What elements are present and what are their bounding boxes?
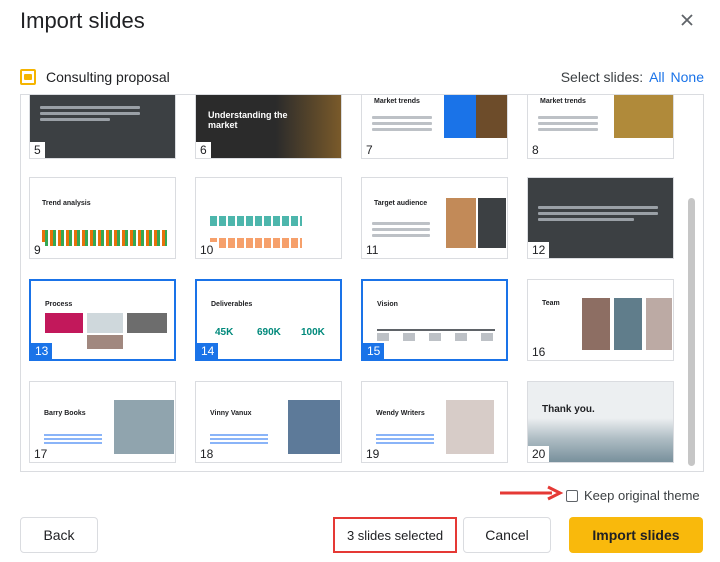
dialog-title: Import slides [20,8,145,33]
select-all-link[interactable]: All [649,69,665,85]
slide-number: 11 [362,242,383,258]
slide-number: 19 [362,446,384,462]
slide-number: 18 [196,446,218,462]
cancel-button[interactable]: Cancel [463,517,551,553]
slides-file-icon [20,69,36,85]
presentation-name: Consulting proposal [46,69,170,85]
slide-stat: 690K [257,327,281,338]
slide-thumbnail-16[interactable]: Team 16 [527,279,674,361]
slide-thumbnail-7[interactable]: Market trends 7 [361,95,508,159]
slide-title: Team [542,300,560,307]
slide-thumbnail-15[interactable]: Vision 15 [361,279,508,361]
slide-number: 20 [528,446,550,462]
presentation-row: Consulting proposal Select slides: All N… [20,66,704,88]
slide-thumbnail-18[interactable]: Vinny Vanux 18 [195,381,342,463]
selected-count: 3 slides selected [333,517,457,553]
slide-title: Target audience [374,200,428,207]
select-slides-label: Select slides: [560,69,644,85]
slide-stat: 45K [215,327,234,338]
slide-title: Trend analysis [42,200,91,207]
slides-grid: 5 Understanding the market 6 Market tren… [20,94,704,472]
slide-title: Thank you. [542,404,595,415]
slide-stat: 100K [301,327,325,338]
slide-thumbnail-5[interactable]: 5 [29,95,176,159]
slide-number: 13 [31,343,53,359]
slide-thumbnail-14[interactable]: Deliverables 45K 690K 100K 14 [195,279,342,361]
slide-thumbnail-6[interactable]: Understanding the market 6 [195,95,342,159]
keep-theme-option[interactable]: Keep original theme [566,488,700,503]
slide-thumbnail-17[interactable]: Barry Books 17 [29,381,176,463]
slide-number: 5 [30,142,45,158]
select-none-link[interactable]: None [671,69,704,85]
slide-thumbnail-12[interactable]: 12 [527,177,674,259]
slide-title: Vision [377,301,398,308]
slide-number: 12 [528,242,550,258]
slide-thumbnail-8[interactable]: Market trends 8 [527,95,674,159]
slide-title: Market trends [374,98,420,105]
slide-title: Process [45,301,73,308]
keep-theme-label: Keep original theme [584,488,700,503]
slide-thumbnail-13[interactable]: Process 13 [29,279,176,361]
keep-theme-checkbox[interactable] [566,489,578,502]
grid-scrollbar[interactable] [688,198,695,466]
slide-number: 15 [363,343,385,359]
slide-number: 8 [528,142,543,158]
slide-number: 9 [30,242,45,258]
slide-thumbnail-19[interactable]: Wendy Writers 19 [361,381,508,463]
slide-number: 6 [196,142,211,158]
select-slides-control: Select slides: All None [561,69,704,85]
slide-number: 10 [196,242,218,258]
slide-thumbnail-11[interactable]: Target audience 11 [361,177,508,259]
slide-title: Understanding the market [208,110,288,130]
slide-number: 7 [362,142,377,158]
slide-number: 14 [197,343,219,359]
slide-thumbnail-9[interactable]: Trend analysis 9 [29,177,176,259]
slide-thumbnail-10[interactable]: 10 [195,177,342,259]
back-button[interactable]: Back [20,517,98,553]
slide-title: Barry Books [44,410,86,417]
slide-title: Vinny Vanux [210,410,252,417]
slide-title: Wendy Writers [376,410,425,417]
slide-title: Market trends [540,98,586,105]
import-slides-button[interactable]: Import slides [569,517,703,553]
arrow-right-icon [500,485,564,501]
slide-number: 16 [528,344,550,360]
close-icon[interactable] [677,10,697,30]
slide-number: 17 [30,446,52,462]
slide-thumbnail-20[interactable]: Thank you. 20 [527,381,674,463]
slide-title: Deliverables [211,301,253,308]
